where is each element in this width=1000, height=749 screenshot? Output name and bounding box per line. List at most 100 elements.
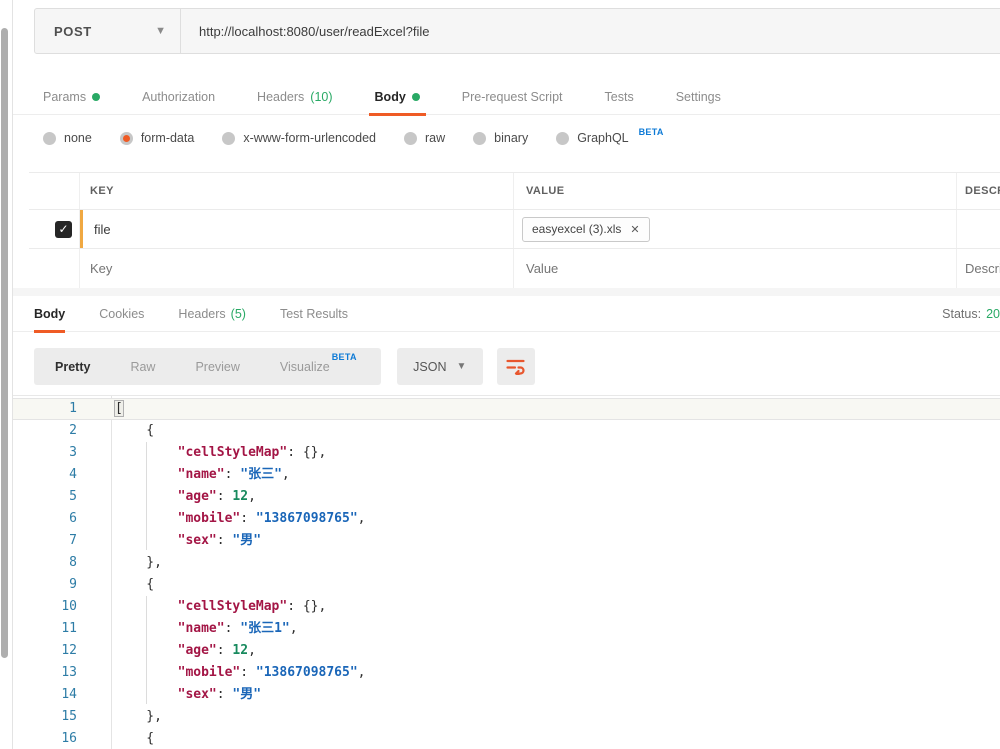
tab-pre-request-script[interactable]: Pre-request Script — [462, 80, 563, 114]
tab-authorization[interactable]: Authorization — [142, 80, 215, 114]
url-input[interactable] — [181, 24, 1000, 39]
status-code: 20 — [986, 307, 1000, 321]
mode-none[interactable]: none — [43, 131, 92, 145]
code-line: 3 "cellStyleMap": {}, — [13, 442, 1000, 464]
code-line: 11 "name": "张三1", — [13, 618, 1000, 640]
code-line: 10 "cellStyleMap": {}, — [13, 596, 1000, 618]
wrap-text-icon — [506, 358, 525, 375]
key-cell[interactable]: file — [79, 210, 513, 248]
line-number: 16 — [13, 728, 111, 749]
code-line: 2 { — [13, 420, 1000, 442]
table-header-row: KEY VALUE DESCRIPTION — [29, 173, 1000, 210]
graphql-beta-badge: BETA — [639, 127, 664, 137]
code-line: 1[ — [13, 398, 1000, 420]
new-key-input[interactable] — [80, 261, 513, 276]
view-raw[interactable]: Raw — [130, 360, 155, 374]
request-tabs: Params Authorization Headers (10) Body P… — [13, 80, 1000, 115]
column-header-value: VALUE — [513, 173, 956, 209]
code-line: 5 "age": 12, — [13, 486, 1000, 508]
response-body-viewer[interactable]: 1[2 {3 "cellStyleMap": {},4 "name": "张三"… — [13, 395, 1000, 749]
form-data-table: KEY VALUE DESCRIPTION ✓ file easyexcel (… — [29, 172, 1000, 289]
radio-icon — [473, 132, 486, 145]
check-icon: ✓ — [58, 222, 68, 236]
code-line: 13 "mobile": "13867098765", — [13, 662, 1000, 684]
radio-selected-icon — [120, 132, 133, 145]
line-number: 6 — [13, 508, 111, 530]
row-checkbox[interactable]: ✓ — [55, 221, 72, 238]
mode-x-www-form-urlencoded[interactable]: x-www-form-urlencoded — [222, 131, 376, 145]
view-mode-group: Pretty Raw Preview VisualizeBETA — [34, 348, 381, 385]
line-number: 9 — [13, 574, 111, 596]
view-visualize[interactable]: VisualizeBETA — [280, 358, 357, 374]
headers-count: (10) — [310, 90, 332, 104]
tab-tests[interactable]: Tests — [605, 80, 634, 114]
line-number: 11 — [13, 618, 111, 640]
line-number: 1 — [13, 398, 111, 420]
tab-headers[interactable]: Headers (10) — [257, 80, 332, 114]
section-divider — [13, 288, 1000, 296]
view-pretty[interactable]: Pretty — [55, 360, 90, 374]
description-cell[interactable] — [956, 210, 1000, 248]
code-line: 7 "sex": "男" — [13, 530, 1000, 552]
file-chip-label: easyexcel (3).xls — [532, 222, 621, 236]
chevron-down-icon: ▼ — [457, 361, 467, 372]
request-url-bar: POST ▼ — [34, 8, 1000, 54]
table-row: ✓ file easyexcel (3).xls ✕ — [29, 210, 1000, 249]
params-green-dot-icon — [92, 93, 100, 101]
wrap-text-button[interactable] — [497, 348, 535, 385]
code-line: 4 "name": "张三", — [13, 464, 1000, 486]
code-line: 6 "mobile": "13867098765", — [13, 508, 1000, 530]
radio-icon — [404, 132, 417, 145]
code-line: 14 "sex": "男" — [13, 684, 1000, 706]
tab-settings[interactable]: Settings — [676, 80, 721, 114]
visualize-beta-badge: BETA — [332, 352, 357, 362]
method-label: POST — [54, 24, 92, 39]
view-preview[interactable]: Preview — [195, 360, 239, 374]
language-dropdown[interactable]: JSON ▼ — [397, 348, 483, 385]
code-line: 9 { — [13, 574, 1000, 596]
body-green-dot-icon — [412, 93, 420, 101]
mode-form-data[interactable]: form-data — [120, 131, 195, 145]
code-line: 16 { — [13, 728, 1000, 749]
url-field-wrap — [180, 9, 1000, 53]
left-scrollbar-thumb[interactable] — [1, 28, 8, 658]
line-number: 2 — [13, 420, 111, 442]
response-tab-body[interactable]: Body — [34, 296, 65, 331]
response-tab-headers[interactable]: Headers (5) — [178, 296, 246, 331]
radio-icon — [222, 132, 235, 145]
column-header-key: KEY — [79, 173, 513, 209]
line-number: 12 — [13, 640, 111, 662]
mode-graphql[interactable]: GraphQL BETA — [556, 131, 663, 145]
column-header-description: DESCRIPTION — [956, 173, 1000, 209]
radio-icon — [556, 132, 569, 145]
body-mode-selector: none form-data x-www-form-urlencoded raw… — [13, 116, 664, 160]
tab-params[interactable]: Params — [43, 80, 100, 114]
file-chip: easyexcel (3).xls ✕ — [522, 217, 650, 242]
response-tab-test-results[interactable]: Test Results — [280, 296, 348, 331]
response-tabs: Body Cookies Headers (5) Test Results St… — [13, 296, 1000, 332]
line-number: 8 — [13, 552, 111, 574]
response-view-toolbar: Pretty Raw Preview VisualizeBETA JSON ▼ — [34, 348, 535, 385]
value-cell[interactable]: easyexcel (3).xls ✕ — [513, 210, 956, 248]
new-description-input[interactable] — [957, 261, 1000, 276]
status-badge: Status: 20 — [942, 296, 1000, 331]
tab-body[interactable]: Body — [375, 80, 420, 114]
line-number: 15 — [13, 706, 111, 728]
line-number: 14 — [13, 684, 111, 706]
line-number: 13 — [13, 662, 111, 684]
code-line: 12 "age": 12, — [13, 640, 1000, 662]
mode-raw[interactable]: raw — [404, 131, 445, 145]
response-tab-cookies[interactable]: Cookies — [99, 296, 144, 331]
remove-file-icon[interactable]: ✕ — [630, 223, 639, 236]
code-lines: 1[2 {3 "cellStyleMap": {},4 "name": "张三"… — [13, 396, 1000, 749]
method-selector[interactable]: POST ▼ — [35, 9, 180, 53]
left-panel-edge — [0, 0, 13, 749]
response-headers-count: (5) — [231, 307, 246, 321]
line-number: 7 — [13, 530, 111, 552]
line-number: 5 — [13, 486, 111, 508]
table-new-row — [29, 249, 1000, 289]
new-value-input[interactable] — [514, 261, 956, 276]
mode-binary[interactable]: binary — [473, 131, 528, 145]
line-number: 3 — [13, 442, 111, 464]
radio-icon — [43, 132, 56, 145]
